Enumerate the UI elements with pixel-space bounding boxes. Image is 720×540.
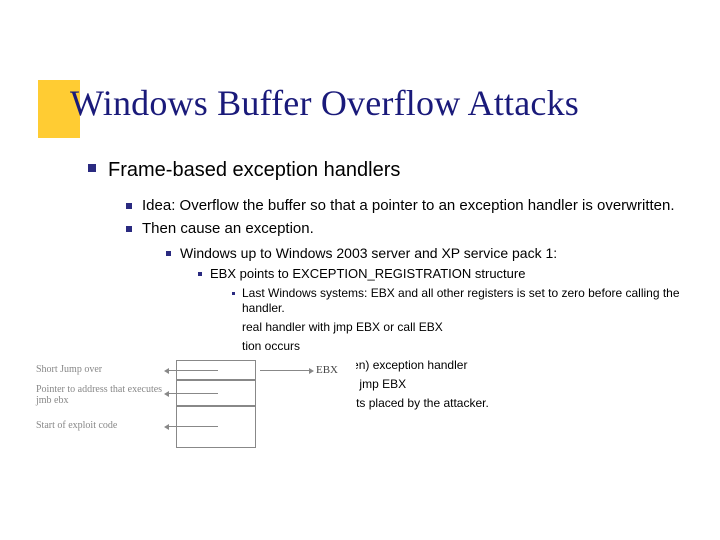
- slide-title: Windows Buffer Overflow Attacks: [70, 82, 579, 124]
- bullet-text: EBX points to EXCEPTION_REGISTRATION str…: [210, 266, 525, 282]
- bullet-icon: [166, 251, 171, 256]
- bullet-text: Idea: Overflow the buffer so that a poin…: [142, 197, 675, 216]
- bullet-level1: Frame-based exception handlers: [88, 158, 690, 183]
- arrow-icon: [260, 370, 310, 371]
- bullet-icon: [198, 272, 202, 276]
- bullet-icon: [232, 292, 235, 295]
- bullet-level2: Idea: Overflow the buffer so that a poin…: [126, 197, 690, 216]
- bullet-level5: real handler with jmp EBX or call EBX: [232, 320, 690, 335]
- bullet-icon: [126, 203, 132, 209]
- bullet-text: tion occurs: [242, 339, 300, 354]
- bullet-icon: [126, 226, 132, 232]
- diagram-label: Start of exploit code: [36, 420, 117, 431]
- bullet-text: real handler with jmp EBX or call EBX: [242, 320, 443, 335]
- arrow-icon: [168, 426, 218, 427]
- bullet-level2: Then cause an exception.: [126, 220, 690, 239]
- arrow-icon: [168, 393, 218, 394]
- bullet-icon: [88, 164, 96, 172]
- bullet-level3: Windows up to Windows 2003 server and XP…: [166, 245, 690, 263]
- bullet-level4: EBX points to EXCEPTION_REGISTRATION str…: [198, 266, 690, 282]
- bullet-text: Then cause an exception.: [142, 220, 314, 239]
- diagram-ebx-label: EBX: [316, 364, 338, 376]
- diagram-box: [176, 406, 256, 448]
- bullet-text: Last Windows systems: EBX and all other …: [242, 286, 690, 316]
- diagram-label: Short Jump over: [36, 364, 102, 375]
- arrow-icon: [168, 370, 218, 371]
- bullet-text: Windows up to Windows 2003 server and XP…: [180, 245, 557, 263]
- bullet-text: Frame-based exception handlers: [108, 158, 400, 183]
- bullet-level5: tion occurs: [232, 339, 690, 354]
- diagram-label: Pointer to address that executes jmb ebx: [36, 384, 166, 406]
- bullet-level5: Last Windows systems: EBX and all other …: [232, 286, 690, 316]
- stack-diagram: Short Jump over Pointer to address that …: [36, 360, 356, 480]
